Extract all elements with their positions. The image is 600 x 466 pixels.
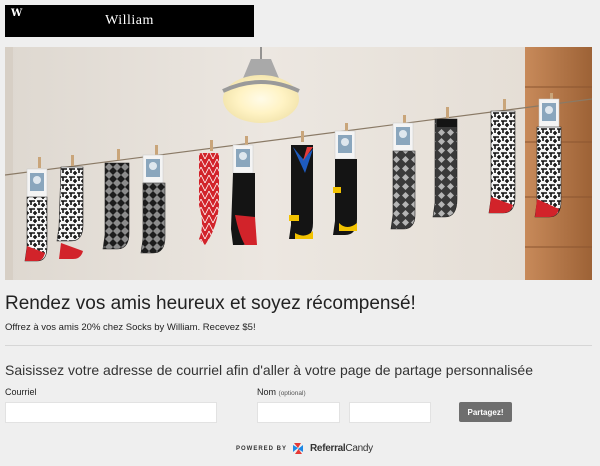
hero-image <box>5 47 592 280</box>
offer-text: Offrez à vos amis 20% chez Socks by Will… <box>5 322 256 333</box>
divider <box>5 345 592 346</box>
brand-referral: Referral <box>310 443 346 454</box>
first-name-input[interactable] <box>257 402 340 423</box>
name-label-text: Nom <box>257 387 277 397</box>
logo-text: William <box>105 13 154 28</box>
last-name-input[interactable] <box>349 402 431 423</box>
name-label: Nom (optional) <box>257 387 306 397</box>
email-label: Courriel <box>5 387 37 397</box>
powered-by-text: POWERED BY <box>236 445 288 452</box>
email-input[interactable] <box>5 402 217 423</box>
page-headline: Rendez vos amis heureux et soyez récompe… <box>5 293 416 314</box>
name-optional-hint: (optional) <box>278 390 306 397</box>
share-submit-button[interactable]: Partagez! <box>459 402 512 422</box>
brand-logo-bar: W William <box>5 5 254 37</box>
powered-by-referralcandy[interactable]: POWERED BY ReferralCandy <box>236 442 373 455</box>
referralcandy-brand: ReferralCandy <box>310 443 373 454</box>
email-prompt: Saisissez votre adresse de courriel afin… <box>5 362 533 378</box>
brand-candy: Candy <box>345 443 373 454</box>
referralcandy-logo-icon <box>293 443 304 454</box>
